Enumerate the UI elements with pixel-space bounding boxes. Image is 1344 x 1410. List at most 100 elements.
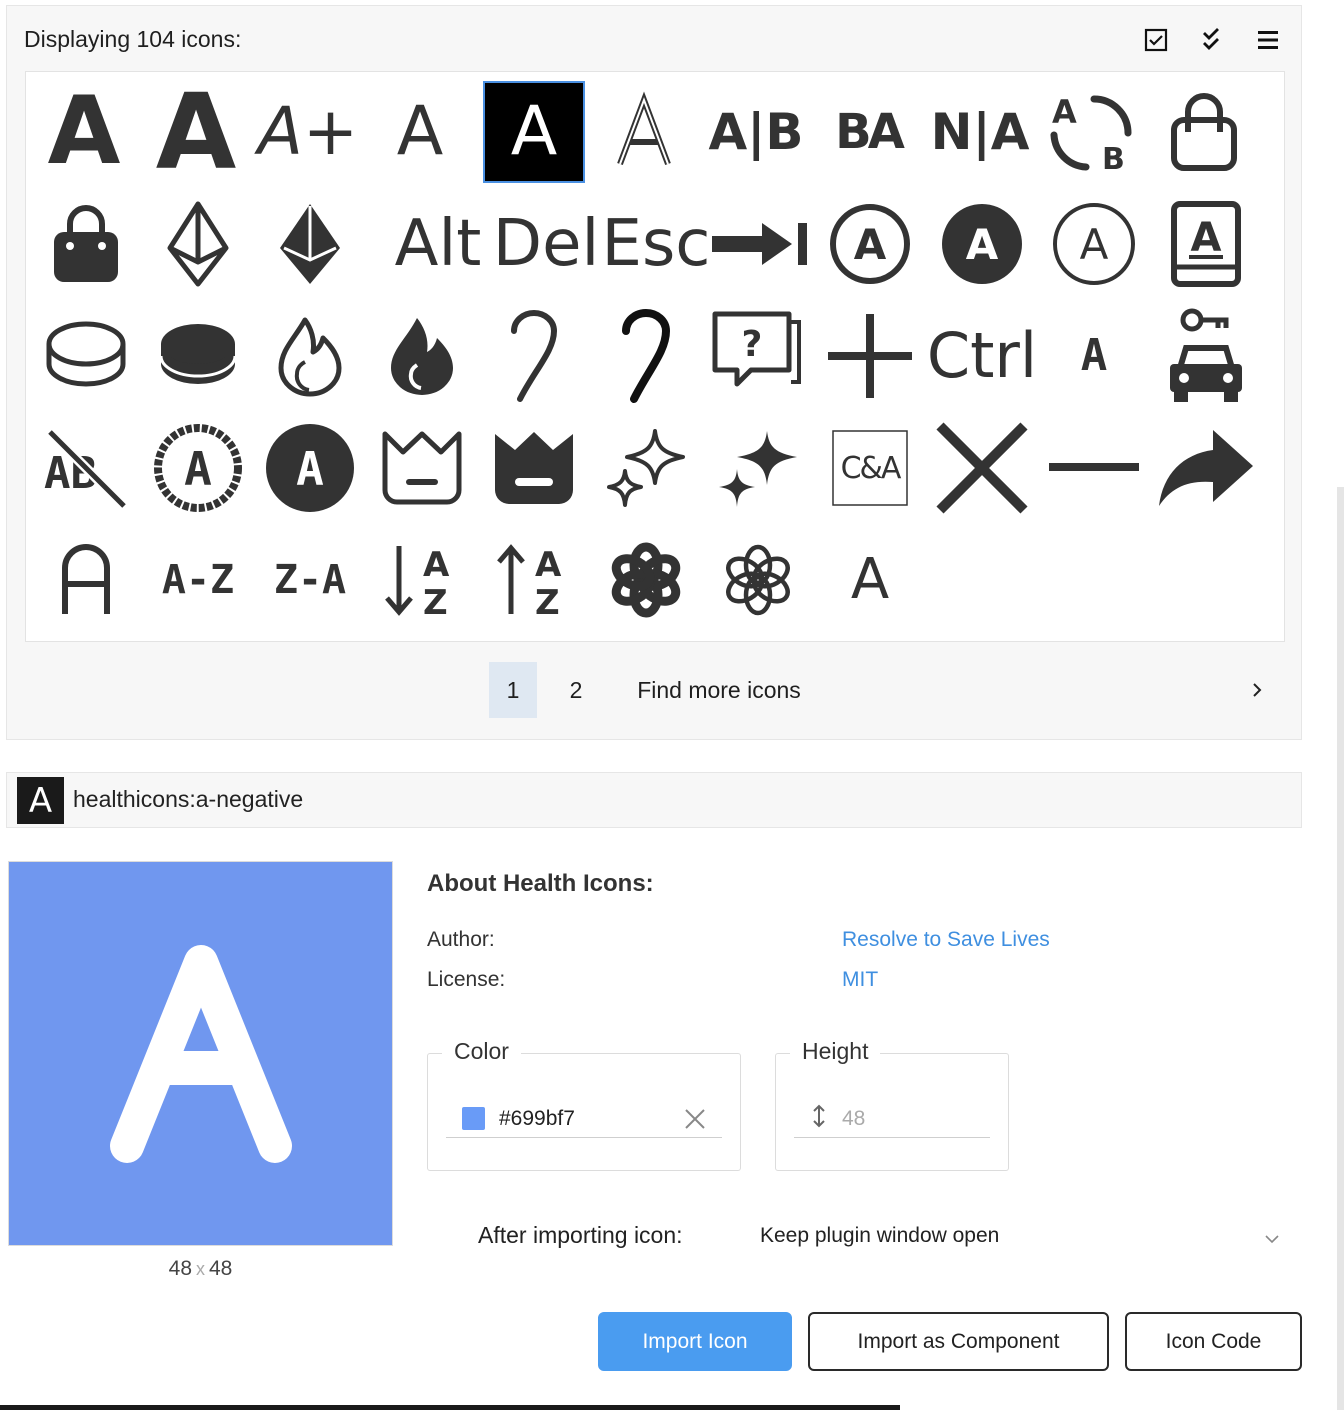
import-icon-button[interactable]: Import Icon <box>598 1312 792 1371</box>
svg-text:A: A <box>1191 215 1222 261</box>
ethereum-outline-icon[interactable] <box>146 192 250 296</box>
bold-a-icon[interactable]: A <box>32 80 136 184</box>
find-more-icons-link[interactable]: Find more icons <box>619 662 819 718</box>
author-label: Author: <box>427 928 495 951</box>
selected-icon-name: healthicons:a-negative <box>73 786 304 812</box>
shopping-bag-outline-icon[interactable] <box>1152 80 1256 184</box>
preview-height: 48 <box>209 1257 233 1280</box>
height-legend: Height <box>790 1038 881 1065</box>
a-to-b-cycle-icon[interactable]: AB <box>1040 80 1144 184</box>
n-a-icon[interactable]: N|A <box>928 80 1032 184</box>
coin-filled-icon[interactable] <box>146 304 250 408</box>
letter-a-icon[interactable]: A <box>818 528 922 632</box>
cane-bold-icon[interactable] <box>594 304 698 408</box>
sort-a-z-up-icon[interactable]: AZ <box>482 528 586 632</box>
height-placeholder[interactable]: 48 <box>842 1107 865 1131</box>
match-case-icon[interactable]: C&A <box>818 416 922 520</box>
svg-text:A: A <box>1080 220 1109 269</box>
a-z-icon[interactable]: A-Z <box>146 528 250 632</box>
circle-a-outline-icon[interactable]: A <box>818 192 922 296</box>
a-negative-icon[interactable]: A <box>483 81 585 183</box>
a-plus-icon[interactable]: A+ <box>256 80 360 184</box>
icon-grid: A A A+ A A A|B BA N|A AB Alt Del Esc A A… <box>25 71 1285 642</box>
openai-outline-icon[interactable] <box>706 528 810 632</box>
sort-a-z-down-icon[interactable]: AZ <box>370 528 474 632</box>
selected-icon-thumbnail: A <box>17 777 64 824</box>
close-x-icon[interactable] <box>930 416 1034 520</box>
circle-a-thin-icon[interactable]: A <box>1042 192 1146 296</box>
alt-key-icon[interactable]: Alt <box>378 192 498 296</box>
flame-outline-icon[interactable] <box>258 304 362 408</box>
ctrl-key-icon[interactable]: Ctrl <box>926 304 1038 408</box>
svg-text:Z: Z <box>535 583 560 623</box>
double-check-icon[interactable] <box>1195 24 1227 56</box>
shopping-bag-filled-icon[interactable] <box>34 192 138 296</box>
author-link[interactable]: Resolve to Save Lives <box>842 928 1050 952</box>
preview-width: 48 <box>168 1257 192 1280</box>
sparkles-filled-icon[interactable] <box>706 416 810 520</box>
preview-dimensions: 48 x 48 <box>8 1257 393 1281</box>
arrow-to-line-icon[interactable] <box>708 192 812 296</box>
plus-icon[interactable] <box>818 304 922 408</box>
arch-a-icon[interactable] <box>34 528 138 632</box>
svg-text:C&A: C&A <box>841 451 902 486</box>
a-negative-preview-icon <box>110 945 292 1163</box>
icon-preview <box>8 861 393 1246</box>
ethereum-filled-icon[interactable] <box>258 192 362 296</box>
selected-icon-bar: A healthicons:a-negative <box>6 772 1302 828</box>
pixel-circle-a-filled-icon[interactable]: A <box>258 416 362 520</box>
color-input[interactable]: #699bf7 <box>446 1100 722 1138</box>
car-key-icon[interactable] <box>1154 304 1258 408</box>
svg-text:A: A <box>535 545 562 585</box>
svg-text:A: A <box>423 545 450 585</box>
after-import-label: After importing icon: <box>478 1222 683 1248</box>
license-label: License: <box>427 968 506 991</box>
extra-bold-a-icon[interactable]: A <box>144 80 248 184</box>
import-as-component-button[interactable]: Import as Component <box>808 1312 1109 1371</box>
crown-outline-icon[interactable] <box>370 416 474 520</box>
svg-text:A: A <box>296 442 324 496</box>
circle-a-filled-icon[interactable]: A <box>930 192 1034 296</box>
checkbox-checked-icon[interactable] <box>1140 24 1172 56</box>
share-arrow-icon[interactable] <box>1154 416 1258 520</box>
chevron-down-icon[interactable] <box>1264 1226 1280 1250</box>
pixel-a-icon[interactable]: A <box>1042 304 1146 408</box>
icon-code-button[interactable]: Icon Code <box>1125 1312 1302 1371</box>
address-book-icon[interactable]: A <box>1154 192 1258 296</box>
height-input[interactable]: 48 <box>794 1100 990 1138</box>
menu-icon[interactable] <box>1252 24 1284 56</box>
pixel-circle-a-outline-icon[interactable]: A <box>146 416 250 520</box>
color-value[interactable]: #699bf7 <box>499 1107 575 1131</box>
dimension-separator: x <box>196 1259 205 1279</box>
ab-off-icon[interactable]: AB <box>34 416 138 520</box>
svg-text:?: ? <box>742 324 763 365</box>
scrollbar[interactable] <box>1337 487 1344 1410</box>
thin-a-icon[interactable]: A <box>368 80 472 184</box>
color-swatch[interactable] <box>462 1107 485 1130</box>
license-link[interactable]: MIT <box>842 968 878 992</box>
z-a-icon[interactable]: Z-A <box>258 528 362 632</box>
about-title: About Health Icons: <box>427 870 654 897</box>
color-fieldset: Color #699bf7 <box>427 1038 741 1171</box>
crown-filled-icon[interactable] <box>482 416 586 520</box>
page-2-button[interactable]: 2 <box>552 662 600 718</box>
outline-a-icon[interactable] <box>592 80 696 184</box>
sparkles-outline-icon[interactable] <box>594 416 698 520</box>
openai-filled-icon[interactable] <box>594 528 698 632</box>
after-import-value[interactable]: Keep plugin window open <box>760 1224 999 1248</box>
chevron-right-icon[interactable] <box>1243 662 1271 718</box>
coin-outline-icon[interactable] <box>34 304 138 408</box>
after-import-select[interactable]: Keep plugin window open <box>760 1216 1290 1256</box>
close-icon[interactable] <box>684 1108 706 1135</box>
esc-key-icon[interactable]: Esc <box>596 192 716 296</box>
del-key-icon[interactable]: Del <box>486 192 606 296</box>
svg-text:A: A <box>184 442 212 496</box>
minus-icon[interactable] <box>1042 416 1146 520</box>
a-b-split-icon[interactable]: A|B <box>704 80 808 184</box>
b-a-swap-icon[interactable]: BA <box>816 80 920 184</box>
cane-thin-icon[interactable] <box>482 304 586 408</box>
flame-filled-icon[interactable] <box>370 304 474 408</box>
color-legend: Color <box>442 1038 521 1065</box>
question-chat-icon[interactable]: ? <box>706 304 810 408</box>
page-1-button[interactable]: 1 <box>489 662 537 718</box>
